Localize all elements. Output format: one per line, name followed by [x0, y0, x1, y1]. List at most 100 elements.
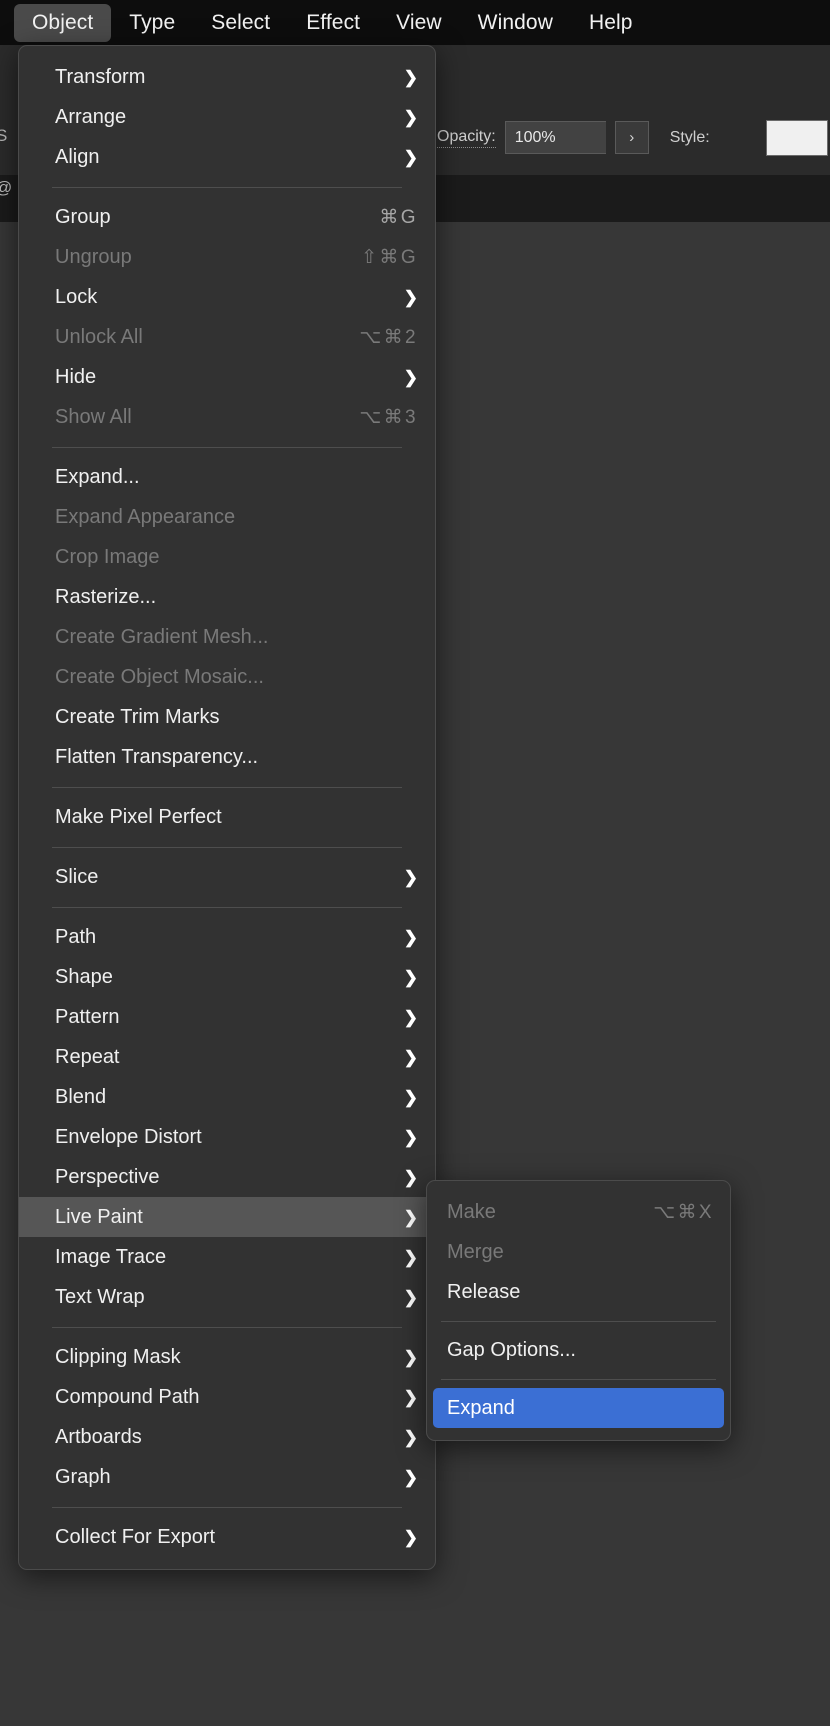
menu-item-label: Text Wrap — [55, 1285, 145, 1308]
menu-item-create-trim-marks[interactable]: Create Trim Marks — [19, 697, 435, 737]
menu-item-shortcut: ⌥⌘2 — [359, 326, 418, 348]
menu-item-label: Release — [447, 1280, 521, 1303]
menu-item-label: Create Trim Marks — [55, 705, 220, 728]
menu-item-make-pixel-perfect[interactable]: Make Pixel Perfect — [19, 797, 435, 837]
menu-item-label: Ungroup — [55, 245, 132, 268]
control-bar-left-fragment-2: @ — [0, 178, 12, 198]
menu-item-label: Make — [447, 1200, 496, 1223]
chevron-right-icon: ❯ — [403, 927, 418, 947]
menubar-item-type[interactable]: Type — [111, 4, 193, 42]
menu-item-hide[interactable]: Hide ❯ — [19, 357, 435, 397]
chevron-right-icon: ❯ — [403, 367, 418, 387]
menu-item-label: Transform — [55, 65, 146, 88]
menu-item-clipping-mask[interactable]: Clipping Mask ❯ — [19, 1337, 435, 1377]
menu-item-label: Clipping Mask — [55, 1345, 181, 1368]
chevron-right-icon: ❯ — [403, 1087, 418, 1107]
chevron-right-icon: ❯ — [403, 1287, 418, 1307]
menu-item-release[interactable]: Release — [427, 1272, 730, 1312]
menu-item-graph[interactable]: Graph ❯ — [19, 1457, 435, 1497]
menu-item-gap-options[interactable]: Gap Options... — [427, 1330, 730, 1370]
menubar-item-select[interactable]: Select — [193, 4, 288, 42]
style-swatch[interactable] — [766, 120, 828, 156]
menu-item-label: Repeat — [55, 1045, 120, 1068]
menu-item-shortcut: ⌘G — [379, 206, 418, 228]
menu-item-group[interactable]: Group ⌘G — [19, 197, 435, 237]
menu-separator — [52, 787, 402, 788]
menu-item-label: Perspective — [55, 1165, 160, 1188]
menu-item-label: Lock — [55, 285, 98, 308]
menu-item-label: Align — [55, 145, 100, 168]
menu-item-perspective[interactable]: Perspective ❯ — [19, 1157, 435, 1197]
menu-item-flatten-transparency[interactable]: Flatten Transparency... — [19, 737, 435, 777]
menu-item-expand[interactable]: Expand — [433, 1388, 724, 1428]
menu-item-image-trace[interactable]: Image Trace ❯ — [19, 1237, 435, 1277]
menu-item-transform[interactable]: Transform ❯ — [19, 57, 435, 97]
chevron-right-icon: ❯ — [403, 67, 418, 87]
menu-item-artboards[interactable]: Artboards ❯ — [19, 1417, 435, 1457]
menu-item-envelope-distort[interactable]: Envelope Distort ❯ — [19, 1117, 435, 1157]
menu-item-lock[interactable]: Lock ❯ — [19, 277, 435, 317]
menu-item-slice[interactable]: Slice ❯ — [19, 857, 435, 897]
menu-item-pattern[interactable]: Pattern ❯ — [19, 997, 435, 1037]
menu-item-merge: Merge — [427, 1232, 730, 1272]
menu-item-expand[interactable]: Expand... — [19, 457, 435, 497]
menu-item-shape[interactable]: Shape ❯ — [19, 957, 435, 997]
chevron-right-icon: ❯ — [403, 967, 418, 987]
chevron-right-icon: ❯ — [403, 107, 418, 127]
menu-item-rasterize[interactable]: Rasterize... — [19, 577, 435, 617]
app-window: S @ Opacity: 100% › Style: ObjectTypeSel… — [0, 0, 830, 1726]
opacity-label: Opacity: — [437, 128, 496, 148]
menu-item-label: Rasterize... — [55, 585, 157, 608]
menu-item-expand-appearance: Expand Appearance — [19, 497, 435, 537]
menu-separator — [52, 447, 402, 448]
menu-item-repeat[interactable]: Repeat ❯ — [19, 1037, 435, 1077]
chevron-right-icon: ❯ — [403, 1247, 418, 1267]
menu-item-label: Shape — [55, 965, 113, 988]
menu-item-label: Blend — [55, 1085, 107, 1108]
menu-item-blend[interactable]: Blend ❯ — [19, 1077, 435, 1117]
chevron-right-icon: ❯ — [403, 1207, 418, 1227]
menu-item-make: Make ⌥⌘X — [427, 1192, 730, 1232]
menu-item-label: Gap Options... — [447, 1338, 576, 1361]
menu-item-label: Slice — [55, 865, 99, 888]
menu-item-shortcut: ⌥⌘3 — [359, 406, 418, 428]
menu-item-label: Artboards — [55, 1425, 142, 1448]
chevron-right-icon: ❯ — [403, 1467, 418, 1487]
menu-item-text-wrap[interactable]: Text Wrap ❯ — [19, 1277, 435, 1317]
menu-item-label: Envelope Distort — [55, 1125, 202, 1148]
opacity-control-group: Opacity: 100% › Style: — [437, 121, 710, 154]
menu-item-label: Merge — [447, 1240, 504, 1263]
menu-separator — [52, 1327, 402, 1328]
menu-item-label: Create Object Mosaic... — [55, 665, 264, 688]
menubar-item-help[interactable]: Help — [571, 4, 651, 42]
menu-item-collect-for-export[interactable]: Collect For Export ❯ — [19, 1517, 435, 1557]
menubar-item-effect[interactable]: Effect — [288, 4, 378, 42]
menu-item-label: Pattern — [55, 1005, 120, 1028]
menu-item-label: Graph — [55, 1465, 111, 1488]
menu-item-live-paint[interactable]: Live Paint ❯ — [19, 1197, 435, 1237]
menu-item-label: Image Trace — [55, 1245, 167, 1268]
chevron-right-icon: ❯ — [403, 1347, 418, 1367]
menu-item-arrange[interactable]: Arrange ❯ — [19, 97, 435, 137]
menu-item-create-object-mosaic: Create Object Mosaic... — [19, 657, 435, 697]
opacity-input[interactable]: 100% — [504, 121, 606, 154]
menu-item-label: Crop Image — [55, 545, 160, 568]
menu-separator — [441, 1321, 716, 1322]
menu-item-label: Expand... — [55, 465, 140, 488]
menu-item-ungroup: Ungroup ⇧⌘G — [19, 237, 435, 277]
menubar-item-window[interactable]: Window — [460, 4, 571, 42]
menu-item-compound-path[interactable]: Compound Path ❯ — [19, 1377, 435, 1417]
menubar-item-object[interactable]: Object — [14, 3, 112, 42]
menu-item-label: Compound Path — [55, 1385, 200, 1408]
chevron-right-icon: ❯ — [403, 287, 418, 307]
chevron-right-icon: ❯ — [403, 1387, 418, 1407]
chevron-right-icon: ❯ — [403, 1527, 418, 1547]
menu-item-label: Expand Appearance — [55, 505, 236, 528]
menu-item-align[interactable]: Align ❯ — [19, 137, 435, 177]
menu-separator — [441, 1379, 716, 1380]
menu-bar: Object Type Select Effect View Window Help — [0, 0, 830, 45]
chevron-right-icon[interactable]: › — [614, 121, 649, 154]
menu-item-path[interactable]: Path ❯ — [19, 917, 435, 957]
menu-separator — [52, 907, 402, 908]
menubar-item-view[interactable]: View — [378, 4, 460, 42]
